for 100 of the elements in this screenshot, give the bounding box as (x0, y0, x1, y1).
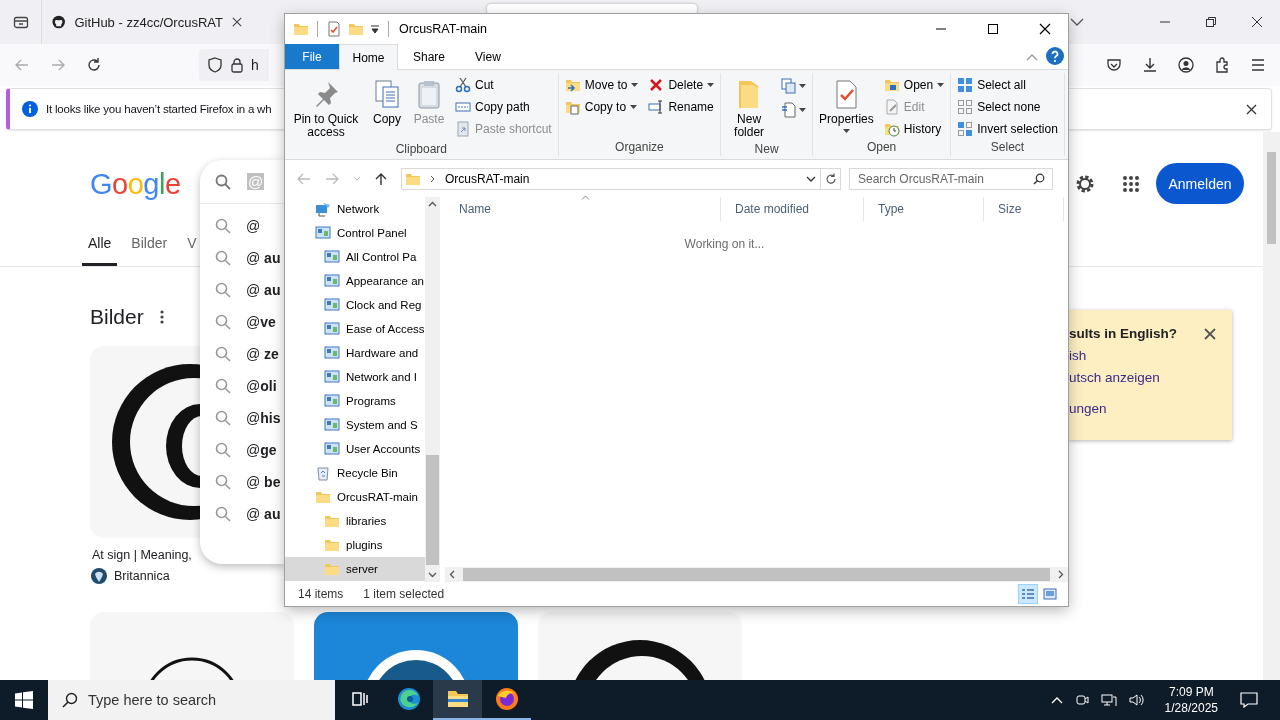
ribbon-button[interactable]: History (880, 119, 948, 139)
nav-item[interactable]: OrcusRAT-main (285, 485, 425, 509)
ribbon-button[interactable]: Move to (561, 75, 642, 95)
browser-icon (494, 687, 519, 711)
scrollbar-thumb[interactable] (426, 455, 439, 565)
suggestion-item[interactable]: @oli (200, 370, 285, 402)
scrollbar-thumb[interactable] (1267, 152, 1276, 244)
search-tab[interactable]: Bilder (125, 235, 174, 266)
nav-item[interactable]: Network (285, 197, 425, 221)
ribbon-button[interactable]: Delete (645, 75, 718, 95)
nav-item[interactable]: User Accounts (285, 437, 425, 461)
ribbon-tab[interactable]: Home (339, 44, 398, 70)
column-header[interactable]: Size (984, 197, 1064, 221)
ribbon-button[interactable]: Copy to (561, 97, 642, 117)
nav-item[interactable]: plugins (285, 533, 425, 557)
properties-icon[interactable] (326, 21, 342, 37)
caret-icon[interactable] (370, 24, 380, 34)
item-count: 14 items (298, 587, 344, 601)
nav-item[interactable]: Control Panel (285, 221, 425, 245)
scrollbar[interactable] (1263, 132, 1280, 680)
popup-link[interactable]: ungen (1069, 401, 1107, 416)
lock-icon[interactable] (230, 57, 244, 73)
search-tab[interactable]: Alle (82, 235, 118, 266)
suggestion-item[interactable]: @ au (200, 242, 285, 274)
nav-item[interactable]: Network and I (285, 365, 425, 389)
settings-icon[interactable] (1074, 173, 1096, 195)
suggestion-item[interactable]: @ (200, 210, 285, 242)
search-icon (215, 506, 231, 522)
nav-item[interactable]: Programs (285, 389, 425, 413)
ribbon-button[interactable]: Pin to Quick access (288, 75, 364, 142)
nav-item[interactable]: All Control Pa (285, 245, 425, 269)
nav-item[interactable]: libraries (285, 509, 425, 533)
ribbon-button[interactable]: Rename (645, 97, 718, 117)
clock[interactable]: 7:09 PM 1/28/2025 (1156, 684, 1226, 716)
search-field[interactable]: Search OrcusRAT-main (849, 167, 1053, 190)
ribbon-button[interactable]: New folder (724, 75, 775, 142)
url-field[interactable]: h (199, 49, 269, 81)
network-icon[interactable] (1100, 693, 1117, 707)
suggestion-item[interactable]: @his (200, 402, 285, 434)
ribbon-button[interactable]: Open (880, 75, 948, 95)
sign-in-button[interactable]: Anmelden (1156, 163, 1244, 204)
scrollbar[interactable] (445, 567, 1068, 582)
close-icon[interactable] (1204, 327, 1216, 340)
google-logo[interactable]: Google (90, 168, 181, 201)
file-menu-button[interactable]: File (285, 44, 339, 69)
scrollbar-thumb[interactable] (463, 568, 1050, 581)
volume-icon[interactable] (1128, 693, 1145, 707)
ribbon-button[interactable]: Cut (452, 75, 555, 95)
nav-item[interactable]: Clock and Reg (285, 293, 425, 317)
nav-item[interactable]: Ease of Access (285, 317, 425, 341)
tab-list-icon[interactable] (1070, 17, 1084, 27)
meet-icon[interactable] (1074, 693, 1089, 707)
ribbon-button[interactable]: Select none (954, 97, 1061, 117)
close-icon[interactable] (1246, 103, 1257, 115)
popup-link[interactable]: utsch anzeigen (1069, 370, 1160, 385)
caret-icon[interactable] (806, 175, 816, 182)
network-icon (315, 201, 331, 217)
suggestion-item[interactable]: @ au (200, 274, 285, 306)
taskbar-app-button[interactable] (433, 680, 482, 720)
refresh-button[interactable] (821, 167, 841, 190)
ribbon-button[interactable]: Copy path (452, 97, 555, 117)
ribbon-tab[interactable]: View (460, 44, 516, 69)
search-icon (215, 218, 231, 234)
column-header[interactable]: Type (864, 197, 984, 221)
popup-link[interactable]: ish (1069, 348, 1087, 363)
ribbon-button[interactable]: Invert selection (954, 119, 1061, 139)
browser-tab[interactable]: GitHub - zz4cc/OrcusRAT (42, 4, 252, 40)
suggestion-item[interactable]: @ve (200, 306, 285, 338)
chevron-icon[interactable] (1050, 696, 1063, 704)
ribbon-button[interactable]: Select all (954, 75, 1061, 95)
nav-item[interactable]: System and S (285, 413, 425, 437)
taskbar-search-field[interactable]: Type here to search (48, 680, 335, 720)
suggestion-item[interactable]: @ be (200, 466, 285, 498)
nav-item[interactable]: Appearance an (285, 269, 425, 293)
apps-icon[interactable] (1122, 175, 1140, 193)
notifications-icon[interactable] (1240, 692, 1258, 708)
search-tab[interactable]: V (181, 235, 203, 266)
ribbon-button[interactable]: Copy (368, 75, 406, 129)
suggestion-item[interactable]: @ au (200, 498, 285, 530)
details-view-button[interactable] (1018, 584, 1038, 604)
ribbon-tab[interactable]: Share (398, 44, 461, 69)
scrollbar[interactable] (425, 197, 440, 582)
more-icon[interactable] (159, 310, 164, 324)
collapse-icon[interactable] (1026, 53, 1038, 61)
control-panel-icon (324, 417, 340, 433)
nav-item[interactable]: server (285, 557, 425, 581)
column-header[interactable]: Name (445, 197, 721, 221)
close-icon[interactable] (231, 16, 242, 28)
search-icon (215, 474, 231, 490)
suggestion-item[interactable]: @ge (200, 434, 285, 466)
address-field[interactable]: OrcusRAT-main (401, 167, 821, 190)
ribbon-button[interactable]: Properties (816, 75, 877, 136)
suggestion-item[interactable]: @ ze (200, 338, 285, 370)
up-icon[interactable] (375, 171, 387, 186)
nav-item[interactable]: Hardware and (285, 341, 425, 365)
nav-item[interactable]: Recycle Bin (285, 461, 425, 485)
shield-icon[interactable] (207, 57, 223, 73)
column-header[interactable]: Date modified (721, 197, 864, 221)
help-icon[interactable] (1046, 47, 1064, 65)
browser-tab[interactable] (487, 4, 697, 14)
